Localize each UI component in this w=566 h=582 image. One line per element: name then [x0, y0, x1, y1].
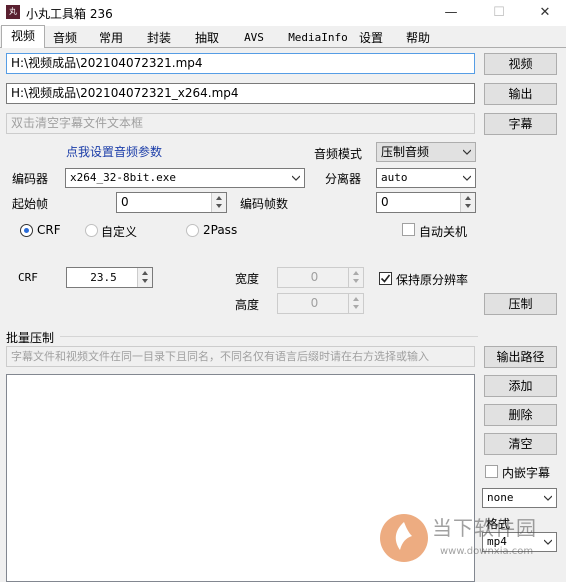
radio-crf-label: CRF	[37, 223, 61, 237]
height-stepper[interactable]: 0	[277, 293, 364, 314]
splitter-select[interactable]: auto	[376, 168, 476, 188]
height-label: 高度	[235, 298, 260, 312]
keep-resolution-checkbox[interactable]	[379, 272, 392, 285]
audio-settings-link[interactable]: 点我设置音频参数	[66, 143, 162, 160]
tab-mediainfo[interactable]: MediaInfo	[284, 28, 352, 48]
radio-crf[interactable]	[20, 224, 33, 237]
chevron-down-icon	[544, 495, 552, 501]
encoder-value: x264_32-8bit.exe	[70, 171, 176, 184]
crf-stepper[interactable]: 23.5	[66, 267, 153, 288]
width-label: 宽度	[235, 272, 260, 286]
auto-shutdown-checkbox[interactable]	[402, 223, 415, 236]
tab-audio[interactable]: 音频	[46, 28, 84, 48]
radio-2pass[interactable]	[186, 224, 199, 237]
watermark-url: www.downxia.com	[440, 546, 534, 557]
subtitle-button[interactable]: 字幕	[484, 113, 557, 135]
width-value: 0	[310, 270, 319, 284]
encoder-label: 编码器	[12, 172, 49, 186]
subtitle-field[interactable]: 双击清空字幕文件文本框	[6, 113, 475, 134]
encoder-select[interactable]: x264_32-8bit.exe	[65, 168, 305, 188]
height-value: 0	[310, 296, 319, 310]
delete-button[interactable]: 删除	[484, 404, 557, 426]
encode-frames-label: 编码帧数	[240, 197, 289, 211]
watermark-text: 当下软件园	[432, 516, 537, 540]
output-button[interactable]: 输出	[484, 83, 557, 105]
batch-output-path-button[interactable]: 输出路径	[484, 346, 557, 368]
encode-frames-stepper[interactable]: 0	[376, 192, 476, 213]
video-button[interactable]: 视频	[484, 53, 557, 75]
chevron-down-icon	[463, 149, 471, 155]
encode-frames-value: 0	[381, 195, 389, 209]
minimize-button[interactable]: —	[428, 0, 474, 26]
radio-custom[interactable]	[85, 224, 98, 237]
tab-common[interactable]: 常用	[92, 28, 130, 48]
tab-help[interactable]: 帮助	[398, 28, 438, 48]
crf-label: CRF	[18, 271, 38, 284]
width-stepper[interactable]: 0	[277, 267, 364, 288]
tab-bar	[0, 26, 566, 48]
tab-extract[interactable]: 抽取	[188, 28, 226, 48]
batch-divider	[60, 336, 478, 337]
maximize-button[interactable]: ☐	[476, 0, 522, 26]
auto-shutdown-label: 自动关机	[419, 225, 468, 239]
compress-button[interactable]: 压制	[484, 293, 557, 315]
video-input-field[interactable]: H:\视频成品\202104072321.mp4	[6, 53, 475, 74]
batch-title: 批量压制	[6, 331, 55, 345]
clear-button[interactable]: 清空	[484, 433, 557, 455]
chevron-down-icon	[463, 175, 471, 181]
audio-mode-label: 音频模式	[314, 147, 363, 161]
app-icon: 丸	[6, 5, 20, 19]
keep-resolution-label: 保持原分辨率	[396, 273, 469, 287]
chevron-down-icon	[544, 539, 552, 545]
chevron-down-icon	[292, 175, 300, 181]
subtitle-lang-select[interactable]: none	[482, 488, 557, 508]
embed-subtitle-label: 内嵌字幕	[502, 466, 551, 480]
spin-arrows-icon[interactable]	[348, 268, 363, 287]
start-frame-label: 起始帧	[12, 197, 49, 211]
batch-subtitle-hint-field[interactable]: 字幕文件和视频文件在同一目录下且同名，不同名仅有语言后缀时请在右方选择或输入	[6, 346, 475, 367]
watermark-logo-icon	[378, 512, 430, 564]
tab-avs[interactable]: AVS	[236, 28, 272, 48]
subtitle-lang-value: none	[487, 491, 514, 504]
crf-value: 23.5	[90, 271, 117, 284]
splitter-value: auto	[381, 171, 408, 184]
checkmark-icon	[380, 274, 391, 283]
audio-mode-select[interactable]: 压制音频	[376, 142, 476, 162]
splitter-label: 分离器	[325, 172, 362, 186]
spin-arrows-icon[interactable]	[348, 294, 363, 313]
output-path-field[interactable]: H:\视频成品\202104072321_x264.mp4	[6, 83, 475, 104]
start-frame-value: 0	[121, 195, 129, 209]
window-title: 小丸工具箱 236	[26, 7, 113, 21]
spin-arrows-icon[interactable]	[211, 193, 226, 212]
start-frame-stepper[interactable]: 0	[116, 192, 227, 213]
audio-mode-value: 压制音频	[381, 145, 430, 159]
spin-arrows-icon[interactable]	[137, 268, 152, 287]
tab-settings[interactable]: 设置	[352, 28, 390, 48]
add-button[interactable]: 添加	[484, 375, 557, 397]
radio-custom-label: 自定义	[101, 225, 138, 239]
spin-arrows-icon[interactable]	[460, 193, 475, 212]
embed-subtitle-checkbox[interactable]	[485, 465, 498, 478]
tab-mux[interactable]: 封装	[140, 28, 178, 48]
tab-video[interactable]: 视频	[1, 25, 45, 48]
radio-2pass-label: 2Pass	[203, 223, 238, 237]
close-button[interactable]: ✕	[522, 0, 566, 26]
